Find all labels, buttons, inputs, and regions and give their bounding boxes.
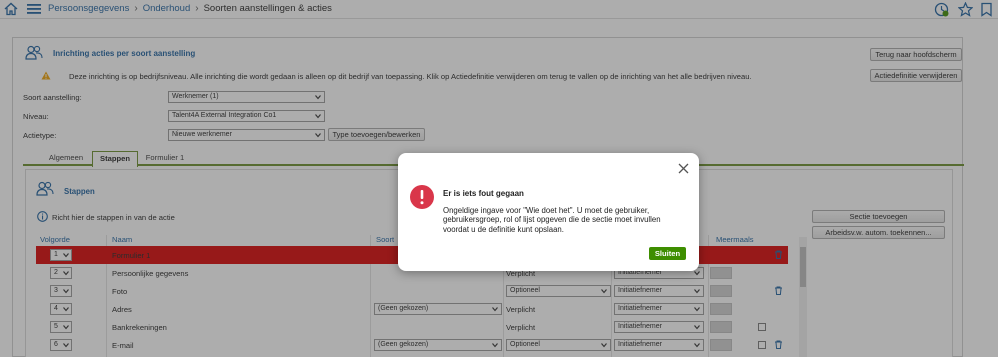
close-dialog-button[interactable]: Sluiten [649, 247, 686, 260]
error-dialog: Er is iets fout gegaan Ongeldige ingave … [398, 153, 699, 271]
close-icon[interactable] [678, 163, 689, 174]
dialog-title: Er is iets fout gegaan [443, 189, 524, 198]
dialog-message: Ongeldige ingave voor "Wie doet het". U … [443, 206, 661, 234]
error-icon [410, 185, 434, 209]
